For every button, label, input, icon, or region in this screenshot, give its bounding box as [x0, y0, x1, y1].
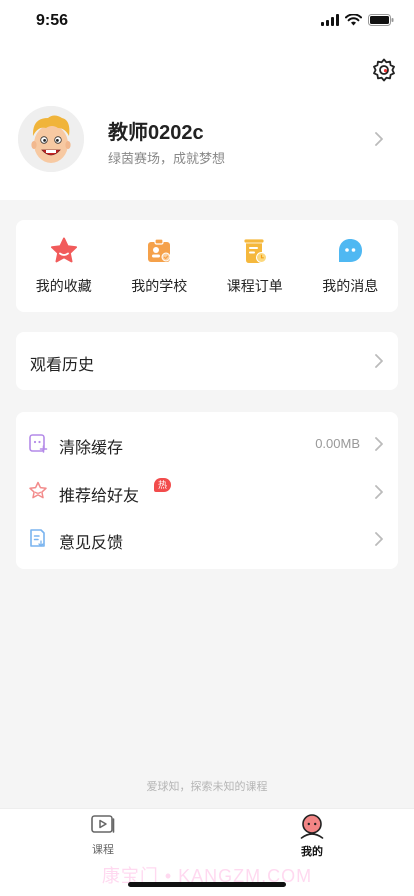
share-star-icon — [29, 481, 47, 499]
settings-button[interactable] — [370, 56, 398, 84]
footer-slogan: 爱球知，探索未知的课程 — [146, 781, 268, 793]
wifi-icon — [345, 14, 362, 26]
feedback-row[interactable]: 意见反馈 — [16, 515, 398, 562]
school-icon — [148, 238, 171, 262]
quick-actions-card: 我的收藏 我的学校 课程订单 我的消息 — [16, 220, 398, 312]
quick-action-favorites[interactable]: 我的收藏 — [16, 220, 112, 312]
watch-history-row[interactable]: 观看历史 — [16, 332, 398, 390]
feedback-label: 意见反馈 — [59, 535, 124, 552]
chevron-right-icon — [375, 532, 383, 546]
gear-icon — [373, 58, 395, 82]
cache-size-value: 0.00MB — [315, 436, 360, 451]
profile-name: 教师0202c — [108, 122, 204, 144]
tab-mine-label: 我的 — [301, 846, 323, 858]
chevron-right-icon — [375, 354, 383, 368]
chevron-right-icon — [375, 485, 383, 499]
chevron-right-icon — [375, 132, 383, 146]
battery-icon — [368, 14, 394, 26]
recommend-friends-row[interactable]: 推荐给好友 热 — [16, 468, 398, 515]
message-icon — [339, 239, 363, 262]
feedback-icon — [30, 529, 45, 547]
quick-action-messages[interactable]: 我的消息 — [303, 220, 399, 312]
clear-cache-label: 清除缓存 — [59, 440, 124, 457]
avatar[interactable] — [18, 106, 84, 172]
cellular-signal-icon — [321, 14, 339, 26]
order-icon — [243, 238, 267, 263]
chevron-right-icon — [375, 437, 383, 451]
profile-avatar-icon — [300, 814, 324, 839]
clear-cache-row[interactable]: 清除缓存 0.00MB — [16, 420, 398, 467]
quick-action-label: 我的消息 — [322, 278, 379, 294]
quick-action-school[interactable]: 我的学校 — [112, 220, 208, 312]
status-bar: 9:56 — [0, 0, 414, 44]
status-icons — [321, 14, 394, 26]
quick-action-orders[interactable]: 课程订单 — [207, 220, 303, 312]
tab-mine[interactable]: 我的 — [252, 813, 372, 859]
status-time: 9:56 — [36, 12, 69, 29]
settings-list-card: 清除缓存 0.00MB 推荐给好友 热 意见反馈 — [16, 412, 398, 569]
star-icon — [50, 237, 77, 263]
recommend-friends-label: 推荐给好友 — [59, 488, 140, 505]
clear-cache-icon — [29, 434, 48, 453]
quick-action-label: 我的收藏 — [35, 278, 92, 294]
watch-history-label: 观看历史 — [30, 357, 95, 374]
cartoon-avatar-icon — [18, 106, 84, 172]
quick-action-label: 我的学校 — [131, 278, 188, 294]
profile-row[interactable]: 教师0202c 绿茵赛场，成就梦想 — [0, 104, 414, 176]
home-indicator — [128, 882, 286, 887]
hot-badge: 热 — [154, 478, 172, 492]
quick-action-label: 课程订单 — [226, 278, 283, 294]
course-play-icon — [91, 815, 115, 833]
profile-subtitle: 绿茵赛场，成就梦想 — [108, 151, 226, 166]
tab-course-label: 课程 — [92, 844, 114, 856]
tab-course[interactable]: 课程 — [43, 813, 163, 857]
